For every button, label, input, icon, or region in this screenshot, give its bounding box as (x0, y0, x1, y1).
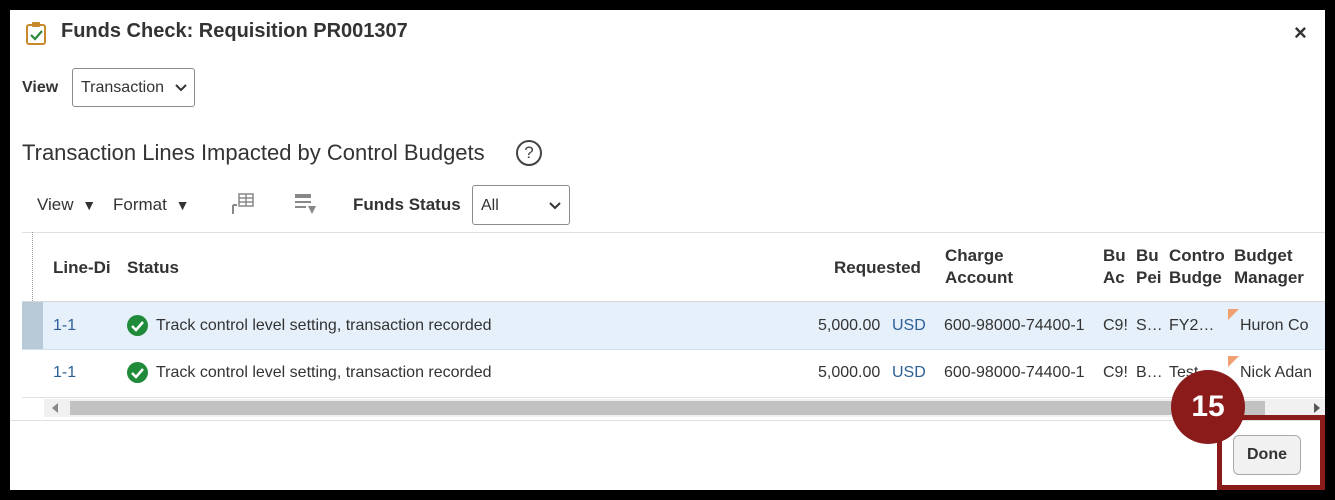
row-bu-per: S… (1136, 317, 1162, 334)
row-status: Track control level setting, transaction… (156, 364, 492, 381)
scroll-right-icon[interactable] (1314, 403, 1320, 413)
format-menu-label: Format (113, 195, 167, 214)
row-bu-ac: C9! (1103, 364, 1128, 381)
header-budget-manager-1[interactable]: Budget (1234, 246, 1325, 266)
view-menu[interactable]: View ▼ (37, 195, 96, 215)
row-line-link[interactable]: 1-1 (53, 364, 76, 382)
row-control-budget: FY2… (1169, 317, 1215, 334)
header-control-budget-1[interactable]: Contro (1169, 246, 1227, 266)
funds-check-dialog: Funds Check: Requisition PR001307 × View… (10, 10, 1325, 490)
transaction-lines-table: Line-Di Status Requested Charge Account … (22, 232, 1325, 422)
row-budget-manager: Nick Adan (1240, 364, 1313, 381)
section-title: Transaction Lines Impacted by Control Bu… (22, 140, 485, 165)
header-control-budget-2[interactable]: Budge (1169, 268, 1227, 288)
freeze-columns-icon[interactable] (231, 193, 255, 215)
row-status: Track control level setting, transaction… (156, 317, 492, 334)
format-menu[interactable]: Format ▼ (113, 195, 189, 215)
view-menu-label: View (37, 195, 74, 214)
header-bu-per-1[interactable]: Bu (1136, 246, 1162, 266)
header-budget-manager-2[interactable]: Manager (1234, 268, 1325, 288)
row-account: 600-98000-74400-1 (944, 364, 1085, 381)
help-icon[interactable]: ? (516, 140, 542, 166)
scroll-left-icon[interactable] (52, 403, 58, 413)
funds-status-select[interactable]: All (472, 185, 570, 225)
row-budget-manager: Huron Co (1240, 317, 1309, 334)
row-bu-ac: C9! (1103, 317, 1128, 334)
view-select[interactable]: Transaction (72, 68, 195, 107)
row-amount: 5,000.00 (818, 364, 881, 381)
row-currency: USD (892, 317, 926, 334)
header-line[interactable]: Line-Di (53, 258, 117, 278)
chevron-down-icon (175, 84, 187, 92)
done-button[interactable]: Done (1233, 435, 1301, 475)
header-bu-ac-1[interactable]: Bu (1103, 246, 1129, 266)
flag-icon (1228, 309, 1239, 320)
funds-status-value: All (481, 197, 499, 214)
row-bu-per: B… (1136, 364, 1162, 381)
header-bu-ac-2[interactable]: Ac (1103, 268, 1129, 288)
row-account: 600-98000-74400-1 (944, 317, 1085, 334)
detach-icon[interactable] (294, 193, 318, 215)
header-bu-per-2[interactable]: Pei (1136, 268, 1162, 288)
caret-down-icon: ▼ (175, 197, 190, 213)
header-charge-account-1[interactable]: Charge (945, 246, 1004, 266)
row-selected-marker (22, 302, 43, 349)
view-select-value: Transaction (81, 79, 164, 96)
caret-down-icon: ▼ (82, 197, 97, 213)
header-status[interactable]: Status (127, 258, 179, 278)
column-resize-handle[interactable] (32, 232, 34, 301)
flag-icon (1228, 356, 1239, 367)
row-currency: USD (892, 364, 926, 381)
header-charge-account-2[interactable]: Account (945, 268, 1013, 288)
header-requested[interactable]: Requested (834, 258, 921, 278)
scrollbar-thumb[interactable] (70, 401, 1265, 415)
chevron-down-icon (549, 202, 561, 210)
check-circle-icon (127, 362, 148, 383)
close-icon[interactable]: × (1294, 20, 1307, 46)
dialog-title: Funds Check: Requisition PR001307 (61, 20, 408, 42)
view-label: View (22, 79, 59, 96)
clipboard-check-icon (26, 22, 46, 45)
footer-separator (10, 420, 1325, 421)
table-top-border (22, 232, 1325, 233)
check-circle-icon (127, 315, 148, 336)
step-number-badge: 15 (1171, 370, 1245, 444)
funds-status-label: Funds Status (353, 195, 461, 214)
row-amount: 5,000.00 (818, 317, 881, 334)
row-line-link[interactable]: 1-1 (53, 317, 76, 335)
